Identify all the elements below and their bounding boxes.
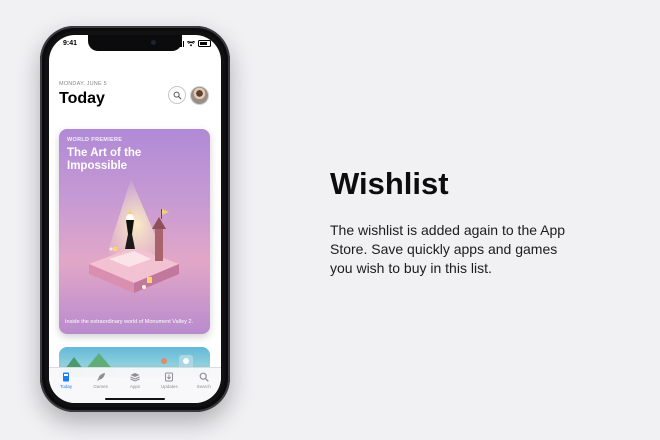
search-icon xyxy=(199,372,209,382)
card-title: The Art of the Impossible xyxy=(67,147,142,172)
today-header: MONDAY, JUNE 5 Today xyxy=(59,81,211,108)
stack-icon xyxy=(130,373,140,382)
home-indicator xyxy=(105,398,165,400)
download-icon xyxy=(165,372,174,382)
phone-notch xyxy=(88,35,182,51)
card-caption: Inside the extraordinary world of Monume… xyxy=(65,318,193,325)
tab-label: Games xyxy=(93,384,108,389)
date-label: MONDAY, JUNE 5 xyxy=(59,81,107,87)
search-button[interactable] xyxy=(168,86,186,104)
rocket-icon xyxy=(96,373,105,381)
tab-label: Today xyxy=(60,384,73,389)
tab-label: Updates xyxy=(160,384,178,389)
tab-label: Apps xyxy=(129,384,141,389)
today-icon xyxy=(63,372,70,382)
status-time: 9:41 xyxy=(63,40,78,47)
tab-today[interactable]: Today xyxy=(51,372,81,403)
wifi-icon xyxy=(187,40,195,46)
magnifier-icon xyxy=(173,91,181,99)
phone-frame: 9:41 MONDAY, JUNE 5 Today WORLD PREMIERE… xyxy=(40,26,230,412)
tab-search[interactable]: Search xyxy=(189,372,219,403)
tab-bar: Today Games Apps Updates Search xyxy=(49,367,221,403)
tab-label: Search xyxy=(196,384,211,389)
battery-icon xyxy=(198,40,211,47)
monument-valley-artwork xyxy=(89,179,179,293)
feature-description: The wishlist is added again to the App S… xyxy=(330,222,566,276)
card-eyebrow: WORLD PREMIERE xyxy=(67,137,123,143)
featured-story-card[interactable]: WORLD PREMIERE The Art of the Impossible… xyxy=(59,129,210,334)
page-title: Today xyxy=(59,90,105,107)
phone-screen: 9:41 MONDAY, JUNE 5 Today WORLD PREMIERE… xyxy=(49,35,221,403)
feature-title: Wishlist xyxy=(330,166,449,201)
account-avatar[interactable] xyxy=(190,86,209,105)
